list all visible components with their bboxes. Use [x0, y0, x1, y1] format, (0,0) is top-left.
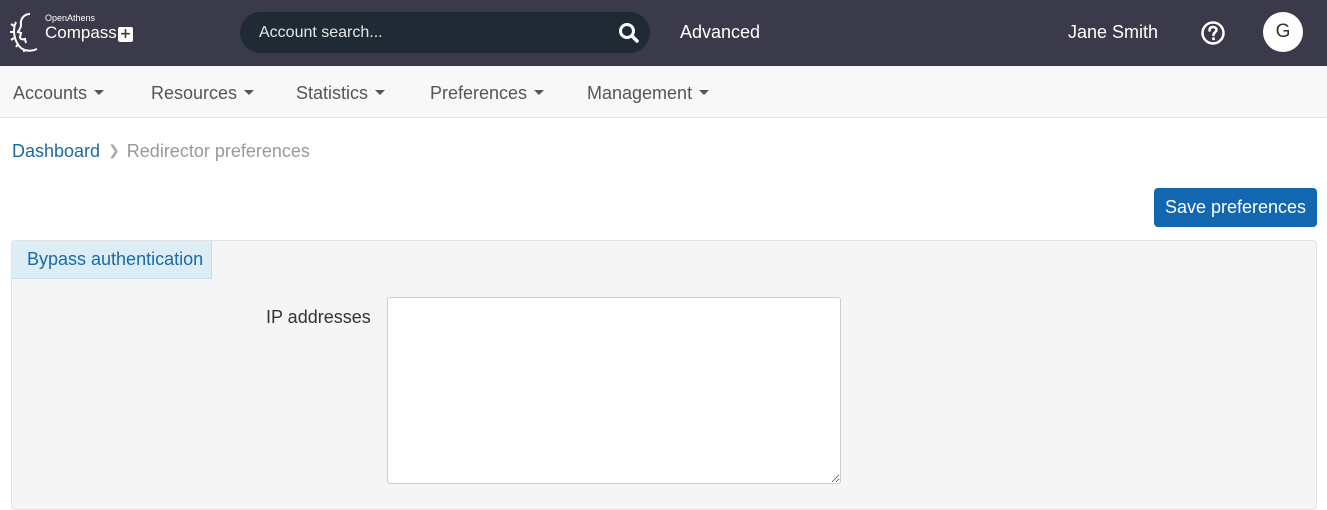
caret-down-icon — [375, 89, 386, 95]
openathens-compass-logo[interactable]: OpenAthens Compass + — [10, 10, 140, 56]
caret-down-icon — [244, 89, 255, 95]
user-name-menu[interactable]: Jane Smith — [1068, 22, 1158, 43]
avatar[interactable]: G — [1263, 12, 1303, 52]
save-preferences-button[interactable]: Save preferences — [1154, 188, 1317, 227]
nav-item-statistics[interactable]: Statistics — [296, 83, 386, 104]
tab-bypass-authentication[interactable]: Bypass authentication — [12, 241, 212, 279]
ip-addresses-label: IP addresses — [266, 307, 371, 327]
brand-product-name: Compass — [45, 23, 117, 42]
nav-item-preferences[interactable]: Preferences — [430, 83, 545, 104]
laurel-head-icon — [10, 13, 38, 52]
account-search-box — [240, 12, 650, 53]
plus-box-icon: + — [118, 26, 133, 42]
ip-addresses-textarea[interactable] — [387, 297, 841, 484]
brand-company-name: OpenAthens — [45, 13, 96, 23]
nav-label: Statistics — [296, 83, 369, 103]
breadcrumb-current: Redirector preferences — [126, 141, 310, 161]
nav-item-accounts[interactable]: Accounts — [13, 83, 105, 104]
nav-label: Resources — [151, 83, 238, 103]
caret-down-icon — [699, 89, 710, 95]
breadcrumb-dashboard-link[interactable]: Dashboard — [12, 141, 100, 161]
caret-down-icon — [534, 89, 545, 95]
nav-item-management[interactable]: Management — [587, 83, 710, 104]
main-nav: Accounts Resources Statistics Preference… — [0, 66, 1327, 118]
nav-label: Accounts — [13, 83, 88, 103]
nav-item-resources[interactable]: Resources — [151, 83, 255, 104]
account-search-input[interactable] — [240, 12, 610, 53]
nav-label: Preferences — [430, 83, 528, 103]
breadcrumb: Dashboard ❯ Redirector preferences — [12, 141, 310, 162]
chevron-right-icon: ❯ — [108, 142, 120, 158]
nav-label: Management — [587, 83, 693, 103]
search-icon[interactable] — [616, 20, 642, 46]
help-circle-icon[interactable] — [1200, 20, 1226, 46]
advanced-search-link[interactable]: Advanced — [680, 22, 760, 43]
caret-down-icon — [94, 89, 105, 95]
top-header-bar: OpenAthens Compass + Advanced Jane Smith… — [0, 0, 1327, 66]
